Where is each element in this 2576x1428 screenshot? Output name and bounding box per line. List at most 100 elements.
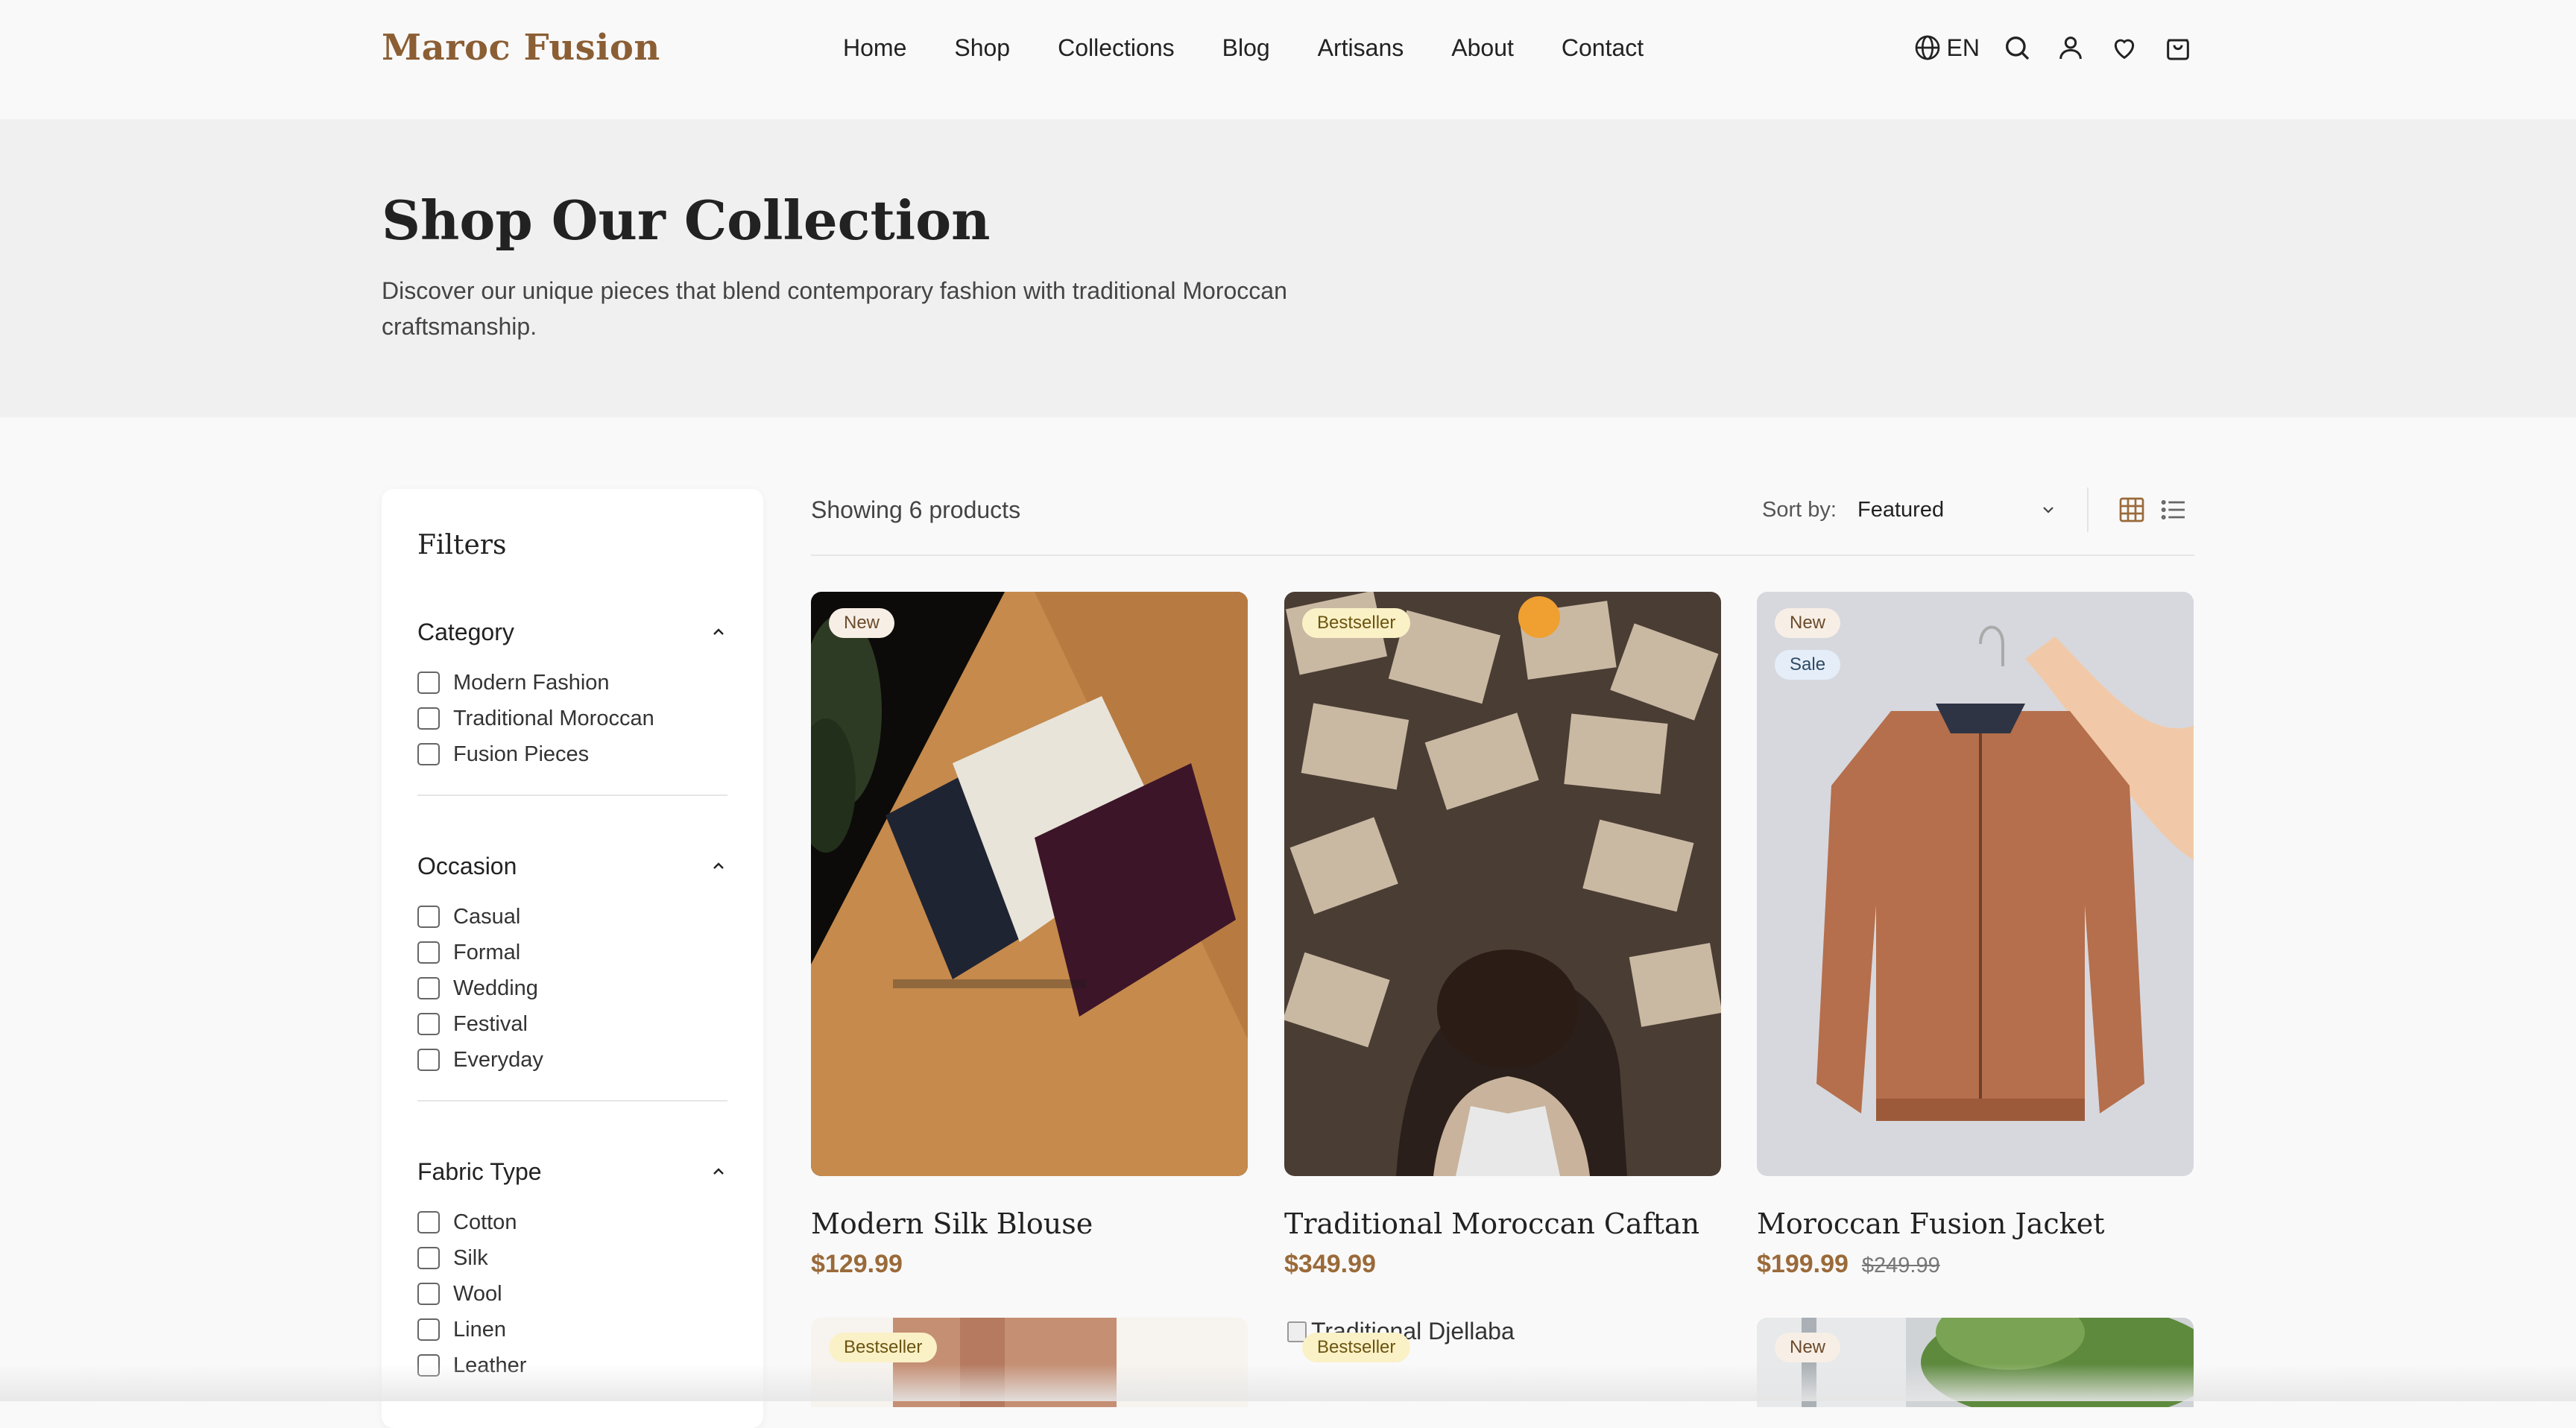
filter-option-label: Festival <box>453 1012 528 1036</box>
filter-option-label: Cotton <box>453 1210 517 1234</box>
checkbox[interactable] <box>417 1049 440 1071</box>
grid-view-button[interactable] <box>2117 495 2147 525</box>
checkbox[interactable] <box>417 672 440 694</box>
filter-option[interactable]: Everyday <box>417 1042 727 1078</box>
filter-option[interactable]: Cotton <box>417 1204 727 1240</box>
product-old-price: $249.99 <box>1861 1254 1940 1277</box>
nav-collections[interactable]: Collections <box>1058 30 1175 66</box>
chevron-up-icon <box>713 1168 724 1175</box>
product-card[interactable]: New Sale Moroccan Fusion Jacket $199.99 … <box>1757 592 2194 1282</box>
filter-option-label: Fusion Pieces <box>453 742 590 766</box>
toolbar-divider <box>2087 487 2089 532</box>
product-image[interactable]: New Sale <box>1757 592 2194 1176</box>
product-price: $129.99 <box>811 1250 903 1278</box>
sort-select[interactable]: Featured <box>1857 490 2063 529</box>
main-nav: Home Shop Collections Blog Artisans Abou… <box>843 30 1644 66</box>
product-image[interactable]: Bestseller <box>1284 592 1721 1176</box>
filter-option-label: Modern Fashion <box>453 671 610 695</box>
wishlist-button[interactable] <box>2108 31 2141 64</box>
filter-option-label: Formal <box>453 941 521 964</box>
checkbox[interactable] <box>417 1318 440 1341</box>
sort-label: Sort by: <box>1762 498 1837 522</box>
nav-about[interactable]: About <box>1451 30 1514 66</box>
checkbox[interactable] <box>417 1013 440 1035</box>
search-icon <box>2006 37 2030 60</box>
checkbox[interactable] <box>417 743 440 765</box>
site-header: Maroc Fusion Home Shop Collections Blog … <box>0 0 2576 119</box>
checkbox[interactable] <box>417 707 440 730</box>
account-button[interactable] <box>2054 31 2087 64</box>
filter-group-label: Fabric Type <box>417 1158 542 1185</box>
filter-option-label: Silk <box>453 1246 488 1270</box>
filters-panel: Filters Category Modern Fashion Traditio… <box>382 489 763 1428</box>
badge-bestseller: Bestseller <box>1302 608 1411 638</box>
product-card[interactable]: Bestseller <box>811 1318 1248 1407</box>
filter-group-fabric: Fabric Type Cotton Silk Wool Linen Leath… <box>417 1154 727 1383</box>
filter-group-category: Category Modern Fashion Traditional Moro… <box>417 614 727 796</box>
books-photo <box>1284 592 1721 1176</box>
filter-option-label: Wedding <box>453 976 538 1000</box>
filter-option[interactable]: Linen <box>417 1312 727 1348</box>
product-card[interactable]: New <box>1757 1318 2194 1407</box>
product-name[interactable]: Moroccan Fusion Jacket <box>1757 1204 2194 1243</box>
filter-option[interactable]: Modern Fashion <box>417 665 727 701</box>
filter-group-label: Category <box>417 619 514 645</box>
list-view-icon <box>2161 500 2185 519</box>
search-button[interactable] <box>2001 31 2033 64</box>
filter-divider <box>417 1100 727 1102</box>
product-card[interactable]: Bestseller Traditional Moroccan Caftan $… <box>1284 592 1721 1282</box>
shirts-photo <box>811 592 1248 1176</box>
user-icon <box>2059 37 2082 60</box>
product-count: Showing 6 products <box>811 496 1021 523</box>
filter-group-toggle[interactable]: Occasion <box>417 848 727 884</box>
product-price: $349.99 <box>1284 1250 1376 1278</box>
product-card[interactable]: Traditional Djellaba Bestseller <box>1284 1318 1721 1407</box>
nav-contact[interactable]: Contact <box>1562 30 1644 66</box>
product-image <box>1757 1318 2194 1407</box>
checkbox[interactable] <box>417 977 440 999</box>
filter-option[interactable]: Festival <box>417 1006 727 1042</box>
nav-artisans[interactable]: Artisans <box>1318 30 1404 66</box>
product-name[interactable]: Modern Silk Blouse <box>811 1204 1248 1243</box>
chevron-up-icon <box>713 628 724 635</box>
product-name[interactable]: Traditional Moroccan Caftan <box>1284 1204 1721 1243</box>
filter-group-occasion: Occasion Casual Formal Wedding Festival … <box>417 848 727 1102</box>
language-switcher[interactable]: EN <box>1913 30 1980 66</box>
checkbox[interactable] <box>417 906 440 928</box>
filter-option-label: Wool <box>453 1282 502 1306</box>
nav-home[interactable]: Home <box>843 30 906 66</box>
broken-image-icon <box>1287 1321 1307 1342</box>
checkbox[interactable] <box>417 1283 440 1305</box>
cart-button[interactable] <box>2162 31 2194 64</box>
filter-option[interactable]: Wool <box>417 1276 727 1312</box>
filter-option[interactable]: Formal <box>417 935 727 970</box>
filter-option[interactable]: Wedding <box>417 970 727 1006</box>
checkbox[interactable] <box>417 1211 440 1233</box>
chevron-up-icon <box>713 862 724 869</box>
checkbox[interactable] <box>417 941 440 964</box>
checkbox[interactable] <box>417 1354 440 1377</box>
product-image <box>811 1318 1248 1407</box>
list-view-button[interactable] <box>2159 495 2188 525</box>
filter-option[interactable]: Traditional Moroccan <box>417 701 727 736</box>
filter-option[interactable]: Casual <box>417 899 727 935</box>
filter-option-label: Traditional Moroccan <box>453 707 654 730</box>
filter-option[interactable]: Silk <box>417 1240 727 1276</box>
badge-new: New <box>1775 608 1841 638</box>
nav-shop[interactable]: Shop <box>954 30 1010 66</box>
filter-option[interactable]: Fusion Pieces <box>417 736 727 772</box>
nav-blog[interactable]: Blog <box>1222 30 1270 66</box>
product-image[interactable]: New <box>811 592 1248 1176</box>
page-title: Shop Our Collection <box>382 189 991 252</box>
filter-option-label: Linen <box>453 1318 506 1342</box>
page-subtitle: Discover our unique pieces that blend co… <box>382 277 1287 340</box>
filters-title: Filters <box>417 530 507 560</box>
product-card[interactable]: New Modern Silk Blouse $129.99 <box>811 592 1248 1282</box>
filter-group-toggle[interactable]: Category <box>417 614 727 650</box>
filter-option[interactable]: Leather <box>417 1348 727 1383</box>
sort-value: Featured <box>1857 497 1945 522</box>
language-code: EN <box>1946 34 1980 61</box>
checkbox[interactable] <box>417 1247 440 1269</box>
filter-group-toggle[interactable]: Fabric Type <box>417 1154 727 1190</box>
brand-logo[interactable]: Maroc Fusion <box>382 25 660 70</box>
